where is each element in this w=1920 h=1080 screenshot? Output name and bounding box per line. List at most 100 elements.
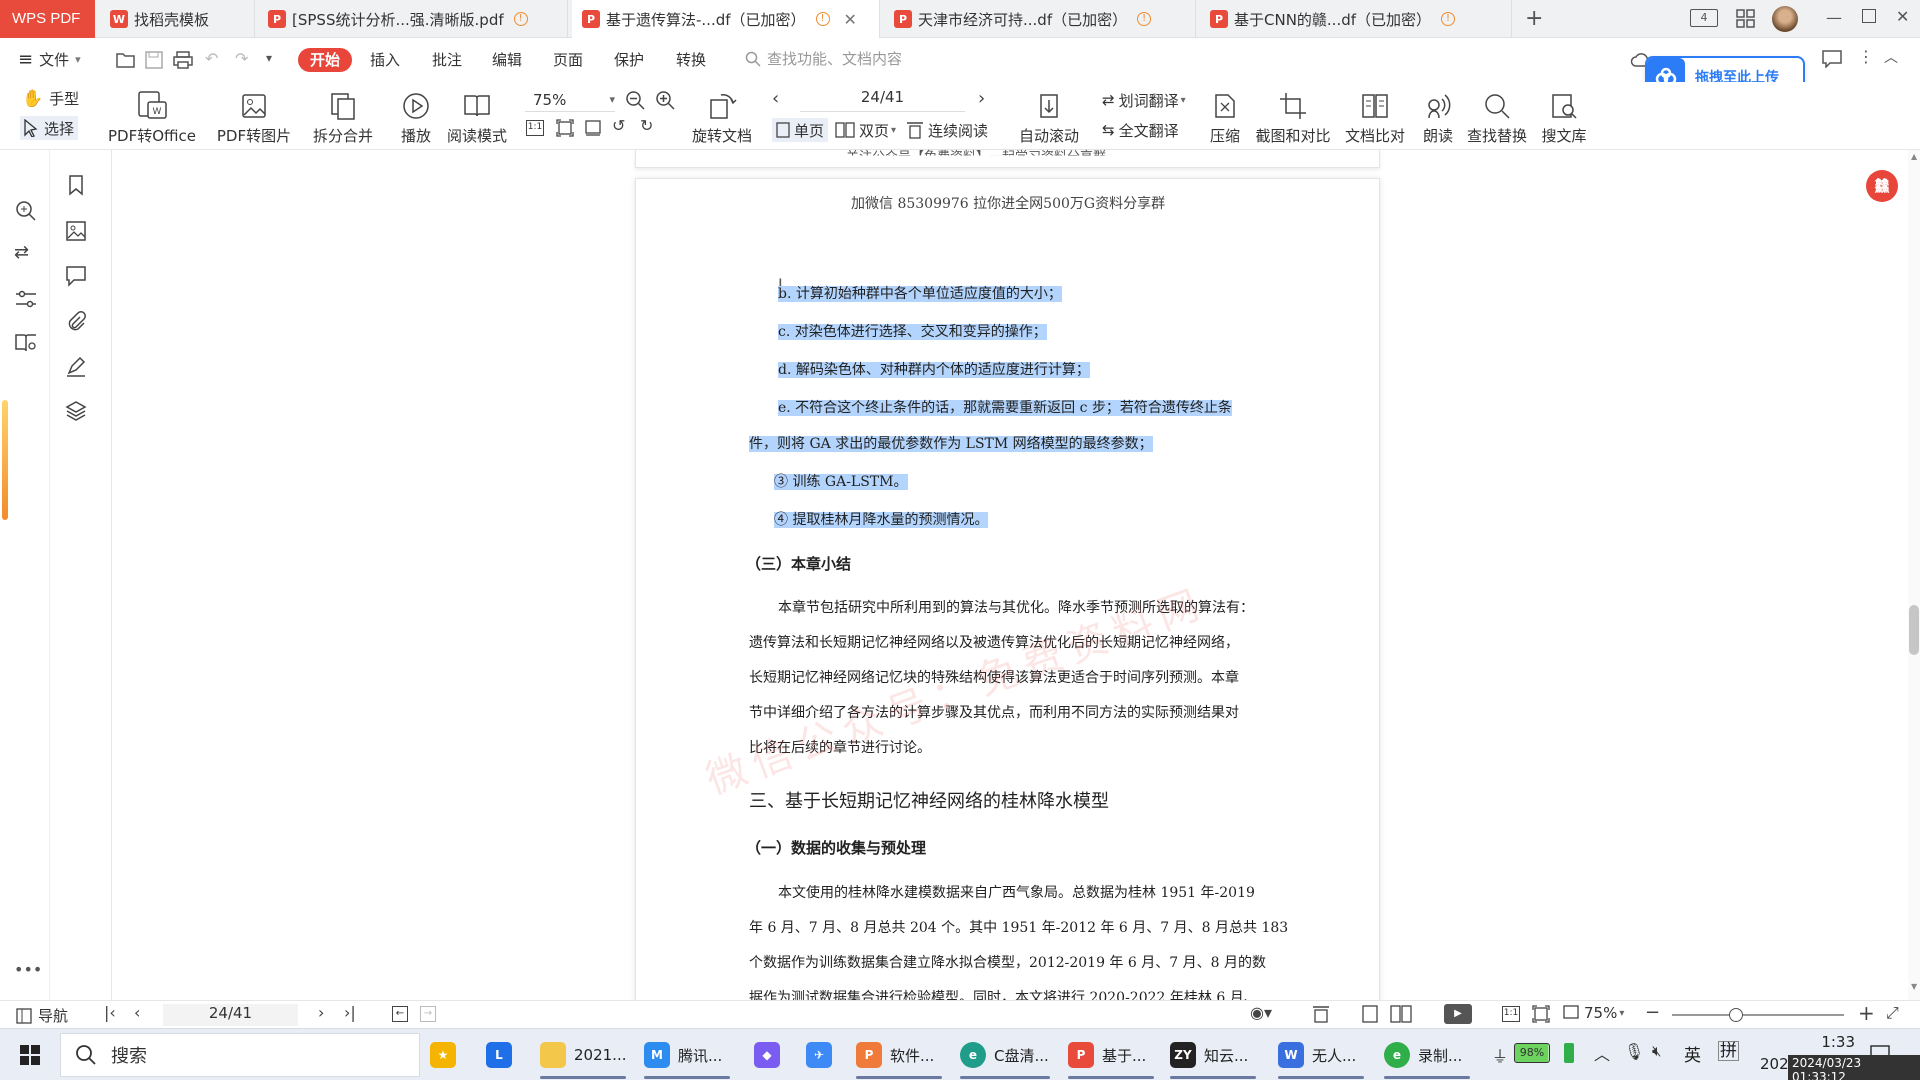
- ime-english-indicator[interactable]: 英: [1684, 1041, 1701, 1066]
- compress-button[interactable]: 压缩: [1205, 84, 1245, 146]
- last-page-icon[interactable]: ›|: [344, 1003, 356, 1022]
- taskbar-app-7[interactable]: P 软件...: [856, 1035, 942, 1079]
- close-window-icon[interactable]: ✕: [1896, 7, 1909, 26]
- double-page-button[interactable]: 双页 ▾: [835, 118, 896, 142]
- select-tool[interactable]: 选择: [20, 116, 79, 140]
- fullscreen-icon[interactable]: ⤢: [1886, 1003, 1899, 1023]
- first-page-icon[interactable]: |‹: [104, 1003, 116, 1022]
- find-replace-button[interactable]: 查找替换: [1465, 84, 1529, 146]
- doc-line-e[interactable]: e. 不符合这个终止条件的话，那就需要重新返回 c 步；若符合遗传终止条: [778, 400, 1232, 416]
- zoom-select[interactable]: 75% ▾: [525, 88, 615, 112]
- windows-start-icon[interactable]: [20, 1045, 40, 1065]
- tab-count-icon[interactable]: 4: [1690, 9, 1718, 27]
- fit-width-icon[interactable]: [584, 119, 602, 137]
- actual-size-status-icon[interactable]: 1:1: [1502, 1006, 1520, 1022]
- menu-insert[interactable]: 插入: [370, 48, 400, 72]
- tab-tianjin[interactable]: P 天津市经济可持...df（已加密） !: [884, 0, 1196, 38]
- power-plug-icon[interactable]: ⏚: [1492, 1043, 1508, 1067]
- rotate-document-button[interactable]: 旋转文档: [690, 84, 754, 146]
- tab-cnn[interactable]: P 基于CNN的赣...df（已加密） !: [1200, 0, 1512, 38]
- battery-indicator[interactable]: 98%: [1514, 1043, 1550, 1063]
- clock-time[interactable]: 1:33: [1760, 1033, 1855, 1051]
- actual-size-icon[interactable]: 1:1: [526, 120, 544, 136]
- continuous-read-button[interactable]: 连续阅读: [906, 118, 988, 142]
- taskbar-app-6[interactable]: ✈: [806, 1035, 840, 1075]
- redo-icon[interactable]: ↷: [235, 49, 248, 68]
- prev-page-status-icon[interactable]: ‹: [134, 1003, 140, 1022]
- user-avatar[interactable]: [1772, 6, 1798, 32]
- menu-convert[interactable]: 转换: [676, 48, 706, 72]
- fit-page-icon[interactable]: [556, 119, 574, 137]
- taskbar-app-1[interactable]: ★: [430, 1035, 464, 1075]
- taskbar-app-3[interactable]: 2021...: [540, 1035, 626, 1079]
- doc-line-train[interactable]: ③ 训练 GA-LSTM。: [774, 474, 908, 490]
- rotate-right-icon[interactable]: ↻: [640, 116, 653, 135]
- continuous-status-icon[interactable]: [1312, 1005, 1330, 1023]
- open-folder-icon[interactable]: [116, 51, 136, 69]
- zoom-in-status-icon[interactable]: +: [1858, 1001, 1875, 1025]
- vertical-scrollbar[interactable]: ▲ ▼: [1908, 150, 1920, 1000]
- collapse-ribbon-icon[interactable]: ︿: [1884, 47, 1898, 67]
- menu-protect[interactable]: 保护: [614, 48, 644, 72]
- pdf-to-image-button[interactable]: PDF转图片: [214, 84, 294, 146]
- play-button[interactable]: 播放: [396, 84, 436, 146]
- zoom-slider-thumb[interactable]: [1729, 1008, 1743, 1022]
- zoom-out-icon[interactable]: [625, 90, 645, 110]
- pdf-page[interactable]: 加微信 85309976 拉你进全网500万G资料分享群 I b. 计算初始种群…: [635, 178, 1380, 1018]
- feature-search[interactable]: 查找功能、文档内容: [745, 48, 902, 69]
- scrollbar-thumb[interactable]: [1909, 605, 1919, 655]
- translate-rail-icon[interactable]: ⇄: [14, 242, 29, 263]
- taskbar-app-9[interactable]: P 基于...: [1068, 1035, 1154, 1079]
- read-mode-button[interactable]: 阅读模式: [446, 84, 508, 146]
- full-translate-button[interactable]: ⇆ 全文翻译: [1102, 118, 1179, 142]
- taskbar-app-2[interactable]: L: [486, 1035, 520, 1075]
- taskbar-app-10[interactable]: ZY 知云...: [1170, 1035, 1256, 1079]
- screenshot-compare-button[interactable]: 截图和对比: [1253, 84, 1333, 146]
- page-number-input[interactable]: 24/41: [800, 88, 965, 112]
- doc-line-extract[interactable]: ④ 提取桂林月降水量的预测情况。: [774, 512, 989, 528]
- attachment-icon[interactable]: [65, 310, 87, 332]
- status-zoom-select[interactable]: 75% ▾: [1562, 1004, 1624, 1022]
- volume-muted-icon[interactable]: 🔇︎: [1652, 1042, 1661, 1060]
- taskbar-search[interactable]: 搜索: [60, 1033, 420, 1077]
- navigation-toggle[interactable]: 导航: [16, 1005, 68, 1026]
- layers-icon[interactable]: [65, 400, 87, 422]
- status-page-input[interactable]: 24/41: [163, 1004, 298, 1026]
- zoom-search-icon[interactable]: [15, 200, 37, 222]
- more-horizontal-icon[interactable]: •••: [14, 960, 42, 979]
- split-merge-button[interactable]: 拆分合并: [306, 84, 380, 146]
- taskbar-app-5[interactable]: ◆: [754, 1035, 788, 1075]
- scroll-down-icon[interactable]: ▼: [1911, 982, 1917, 991]
- doc-line-e-cont[interactable]: 件，则将 GA 求出的最优参数作为 LSTM 网络模型的最终参数；: [749, 436, 1153, 452]
- taskbar-app-4[interactable]: M 腾讯...: [644, 1035, 730, 1079]
- restore-icon[interactable]: [1862, 9, 1876, 23]
- annotation-list-icon[interactable]: [65, 265, 87, 287]
- tray-chevron-icon[interactable]: ︿: [1594, 1041, 1610, 1065]
- doc-line-b[interactable]: b. 计算初始种群中各个单位适应度值的大小；: [778, 286, 1062, 302]
- minimize-icon[interactable]: —: [1826, 8, 1842, 27]
- grid-apps-icon[interactable]: [1736, 9, 1756, 29]
- menu-edit[interactable]: 编辑: [492, 48, 522, 72]
- fit-page-status-icon[interactable]: [1532, 1005, 1550, 1023]
- save-icon[interactable]: [145, 51, 163, 69]
- next-page-status-icon[interactable]: ›: [318, 1003, 324, 1022]
- new-tab-icon[interactable]: +: [1525, 6, 1543, 31]
- print-icon[interactable]: [173, 51, 193, 69]
- notification-icon[interactable]: [1870, 1045, 1890, 1063]
- word-translate-button[interactable]: ⇄ 划词翻译 ▾: [1102, 88, 1186, 112]
- doc-line-c[interactable]: c. 对染色体进行选择、交叉和变异的操作；: [778, 324, 1047, 340]
- taskbar-app-8[interactable]: e C盘清...: [960, 1035, 1050, 1079]
- taskbar-app-11[interactable]: W 无人...: [1278, 1035, 1364, 1079]
- back-icon[interactable]: ←: [392, 1006, 408, 1022]
- taskbar-app-12[interactable]: e 录制...: [1384, 1035, 1470, 1079]
- next-page-icon[interactable]: ›: [978, 88, 985, 109]
- reader-icon[interactable]: [15, 332, 37, 354]
- tray-battery-icon[interactable]: [1564, 1043, 1574, 1063]
- ime-pinyin-indicator[interactable]: 拼: [1718, 1041, 1739, 1061]
- search-library-button[interactable]: 搜文库: [1538, 84, 1590, 146]
- read-aloud-button[interactable]: 朗读: [1418, 84, 1458, 146]
- signature-icon[interactable]: [65, 355, 87, 377]
- comment-icon[interactable]: [1822, 50, 1842, 68]
- scroll-up-icon[interactable]: ▲: [1911, 152, 1917, 161]
- bookmark-icon[interactable]: [65, 174, 87, 196]
